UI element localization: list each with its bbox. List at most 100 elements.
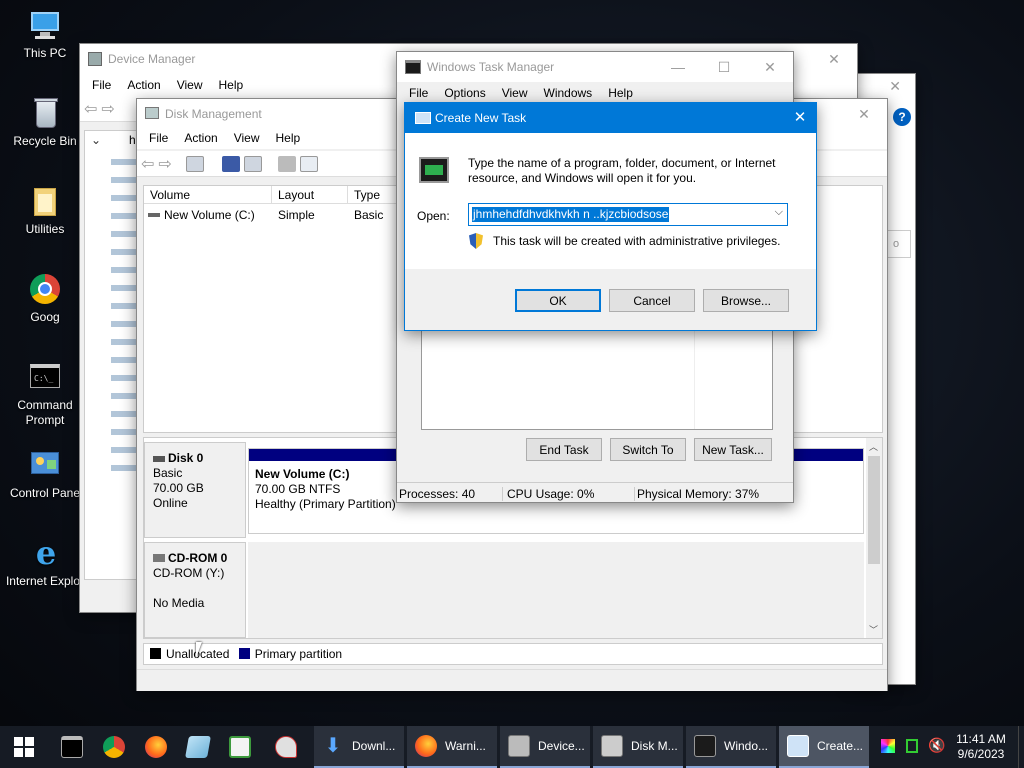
disk-management-icon <box>145 107 159 119</box>
show-desktop-button[interactable] <box>1018 726 1024 768</box>
taskbar-window-download[interactable]: ⬇ Downl... <box>314 726 404 768</box>
desktop-icon-control-panel[interactable]: Control Pane <box>0 448 90 501</box>
volume-muted-icon[interactable]: 🔇 <box>928 737 945 754</box>
task-manager-icon <box>405 60 421 74</box>
new-task-button[interactable]: New Task... <box>694 438 772 461</box>
paint-icon <box>275 736 297 758</box>
open-combobox[interactable]: jhmhehdfdhvdkhvkh n ..kjzcbiodsose ⌵ <box>468 203 788 226</box>
menu-action[interactable]: Action <box>176 131 225 145</box>
end-task-button[interactable]: End Task <box>526 438 602 461</box>
task-manager-titlebar[interactable]: Windows Task Manager — ☐ ✕ <box>397 52 793 82</box>
close-icon[interactable]: ✕ <box>889 78 901 95</box>
cdrom-icon <box>153 554 165 562</box>
menu-file[interactable]: File <box>401 86 436 100</box>
cpu-usage: CPU Usage: 0% <box>507 487 635 501</box>
help-icon[interactable] <box>221 155 240 172</box>
mouse-cursor <box>196 642 208 658</box>
device-tree: ⌄ h <box>84 130 142 580</box>
tray-network-icon[interactable] <box>906 739 918 753</box>
forward-arrow-icon[interactable]: ⇨ <box>158 154 171 174</box>
menu-view[interactable]: View <box>494 86 536 100</box>
partition-name: New Volume (C:) <box>255 467 350 481</box>
create-new-task-dialog[interactable]: Create New Task ✕ Type the name of a pro… <box>404 102 817 331</box>
dialog-titlebar[interactable]: Create New Task ✕ <box>405 103 816 133</box>
taskbar-window-task-manager[interactable]: Windo... <box>686 726 776 768</box>
taskbar-pinned-cmd[interactable] <box>52 726 92 768</box>
menu-action[interactable]: Action <box>119 78 168 92</box>
admin-note: This task will be created with administr… <box>493 234 781 248</box>
cdrom-kind: CD-ROM (Y:) <box>153 566 225 580</box>
menu-help[interactable]: Help <box>268 131 309 145</box>
desktop-icon-internet-explorer[interactable]: e Internet Explor <box>0 536 90 589</box>
help-icon[interactable]: ? <box>893 108 911 126</box>
menu-view[interactable]: View <box>169 78 211 92</box>
scrollbar-thumb[interactable] <box>868 456 880 564</box>
device-manager-icon <box>508 735 530 757</box>
minimize-button[interactable]: — <box>655 52 701 82</box>
window-title: Device Manager <box>108 52 196 66</box>
start-button[interactable] <box>0 726 48 768</box>
maximize-button[interactable]: ☐ <box>701 52 747 82</box>
disk-name: Disk 0 <box>168 451 204 465</box>
connect-icon[interactable] <box>277 155 296 172</box>
window-title: Windows Task Manager <box>427 60 555 74</box>
close-button[interactable]: ✕ <box>841 99 887 129</box>
menu-help[interactable]: Help <box>600 86 641 100</box>
taskbar-window-create-task[interactable]: Create... <box>779 726 869 768</box>
taskbar-pinned-editor[interactable] <box>220 726 260 768</box>
tray-color-icon[interactable] <box>881 739 895 753</box>
menu-windows[interactable]: Windows <box>536 86 601 100</box>
clock[interactable]: 11:41 AM 9/6/2023 <box>950 732 1012 762</box>
column-header-layout[interactable]: Layout <box>272 186 348 204</box>
disk-management-icon <box>601 735 623 757</box>
firefox-icon <box>415 735 437 757</box>
forward-arrow-icon[interactable]: ⇨ <box>101 99 114 119</box>
open-input[interactable]: jhmhehdfdhvdkhvkh n ..kjzcbiodsose <box>472 207 670 222</box>
close-button[interactable]: ✕ <box>811 44 857 74</box>
download-icon: ⬇ <box>324 735 342 757</box>
switch-to-button[interactable]: Switch To <box>610 438 686 461</box>
chevron-down-icon[interactable]: ⌵ <box>775 206 783 219</box>
partition-health: Healthy (Primary Partition) <box>255 497 396 511</box>
taskbar-pinned-firefox[interactable] <box>136 726 176 768</box>
back-arrow-icon[interactable]: ⇦ <box>84 99 97 119</box>
close-button[interactable]: ✕ <box>784 103 816 133</box>
taskbar-pinned-chrome[interactable] <box>94 726 134 768</box>
menu-help[interactable]: Help <box>211 78 252 92</box>
vertical-scrollbar[interactable]: ︿ ﹀ <box>866 438 882 638</box>
taskbar-pinned-notepad[interactable] <box>178 726 218 768</box>
cell-type: Basic <box>354 208 384 222</box>
list-icon[interactable] <box>299 155 318 172</box>
view-icon[interactable] <box>243 155 262 172</box>
menu-file[interactable]: File <box>84 78 119 92</box>
menu-file[interactable]: File <box>141 131 176 145</box>
taskbar-window-device-manager[interactable]: Device... <box>500 726 590 768</box>
column-header-volume[interactable]: Volume <box>144 186 272 204</box>
tree-expander[interactable]: ⌄ <box>91 133 101 147</box>
cancel-button[interactable]: Cancel <box>609 289 695 312</box>
taskbar-window-disk-management[interactable]: Disk M... <box>593 726 683 768</box>
desktop-icon-recycle-bin[interactable]: Recycle Bin <box>0 96 90 149</box>
close-button[interactable]: ✕ <box>747 52 793 82</box>
table-row[interactable]: New Volume (C:) Simple Basic <box>144 206 414 224</box>
disk-0-info[interactable]: Disk 0 Basic 70.00 GB Online <box>144 442 246 538</box>
applications-list <box>421 330 773 430</box>
desktop-icon-chrome[interactable]: Goog <box>0 272 90 325</box>
scroll-up-icon[interactable]: ︿ <box>869 440 878 453</box>
taskbar-window-warning[interactable]: Warni... <box>407 726 497 768</box>
back-arrow-icon[interactable]: ⇦ <box>141 154 154 174</box>
browse-button[interactable]: Browse... <box>703 289 789 312</box>
desktop-icon-command-prompt[interactable]: C:\_ Command Prompt <box>0 360 90 428</box>
tree-root[interactable]: h <box>129 133 136 147</box>
taskbar-pinned-paint[interactable] <box>262 726 310 768</box>
ok-button[interactable]: OK <box>515 289 601 312</box>
scroll-down-icon[interactable]: ﹀ <box>869 623 878 636</box>
dialog-body: Type the name of a program, folder, docu… <box>405 133 816 269</box>
desktop-icon-this-pc[interactable]: This PC <box>0 8 90 61</box>
menu-view[interactable]: View <box>226 131 268 145</box>
dialog-title: Create New Task <box>435 111 527 125</box>
menu-options[interactable]: Options <box>436 86 493 100</box>
desktop-icon-utilities[interactable]: Utilities <box>0 184 90 237</box>
properties-icon[interactable] <box>185 155 204 172</box>
cdrom-0-info[interactable]: CD-ROM 0 CD-ROM (Y:) No Media <box>144 542 246 638</box>
